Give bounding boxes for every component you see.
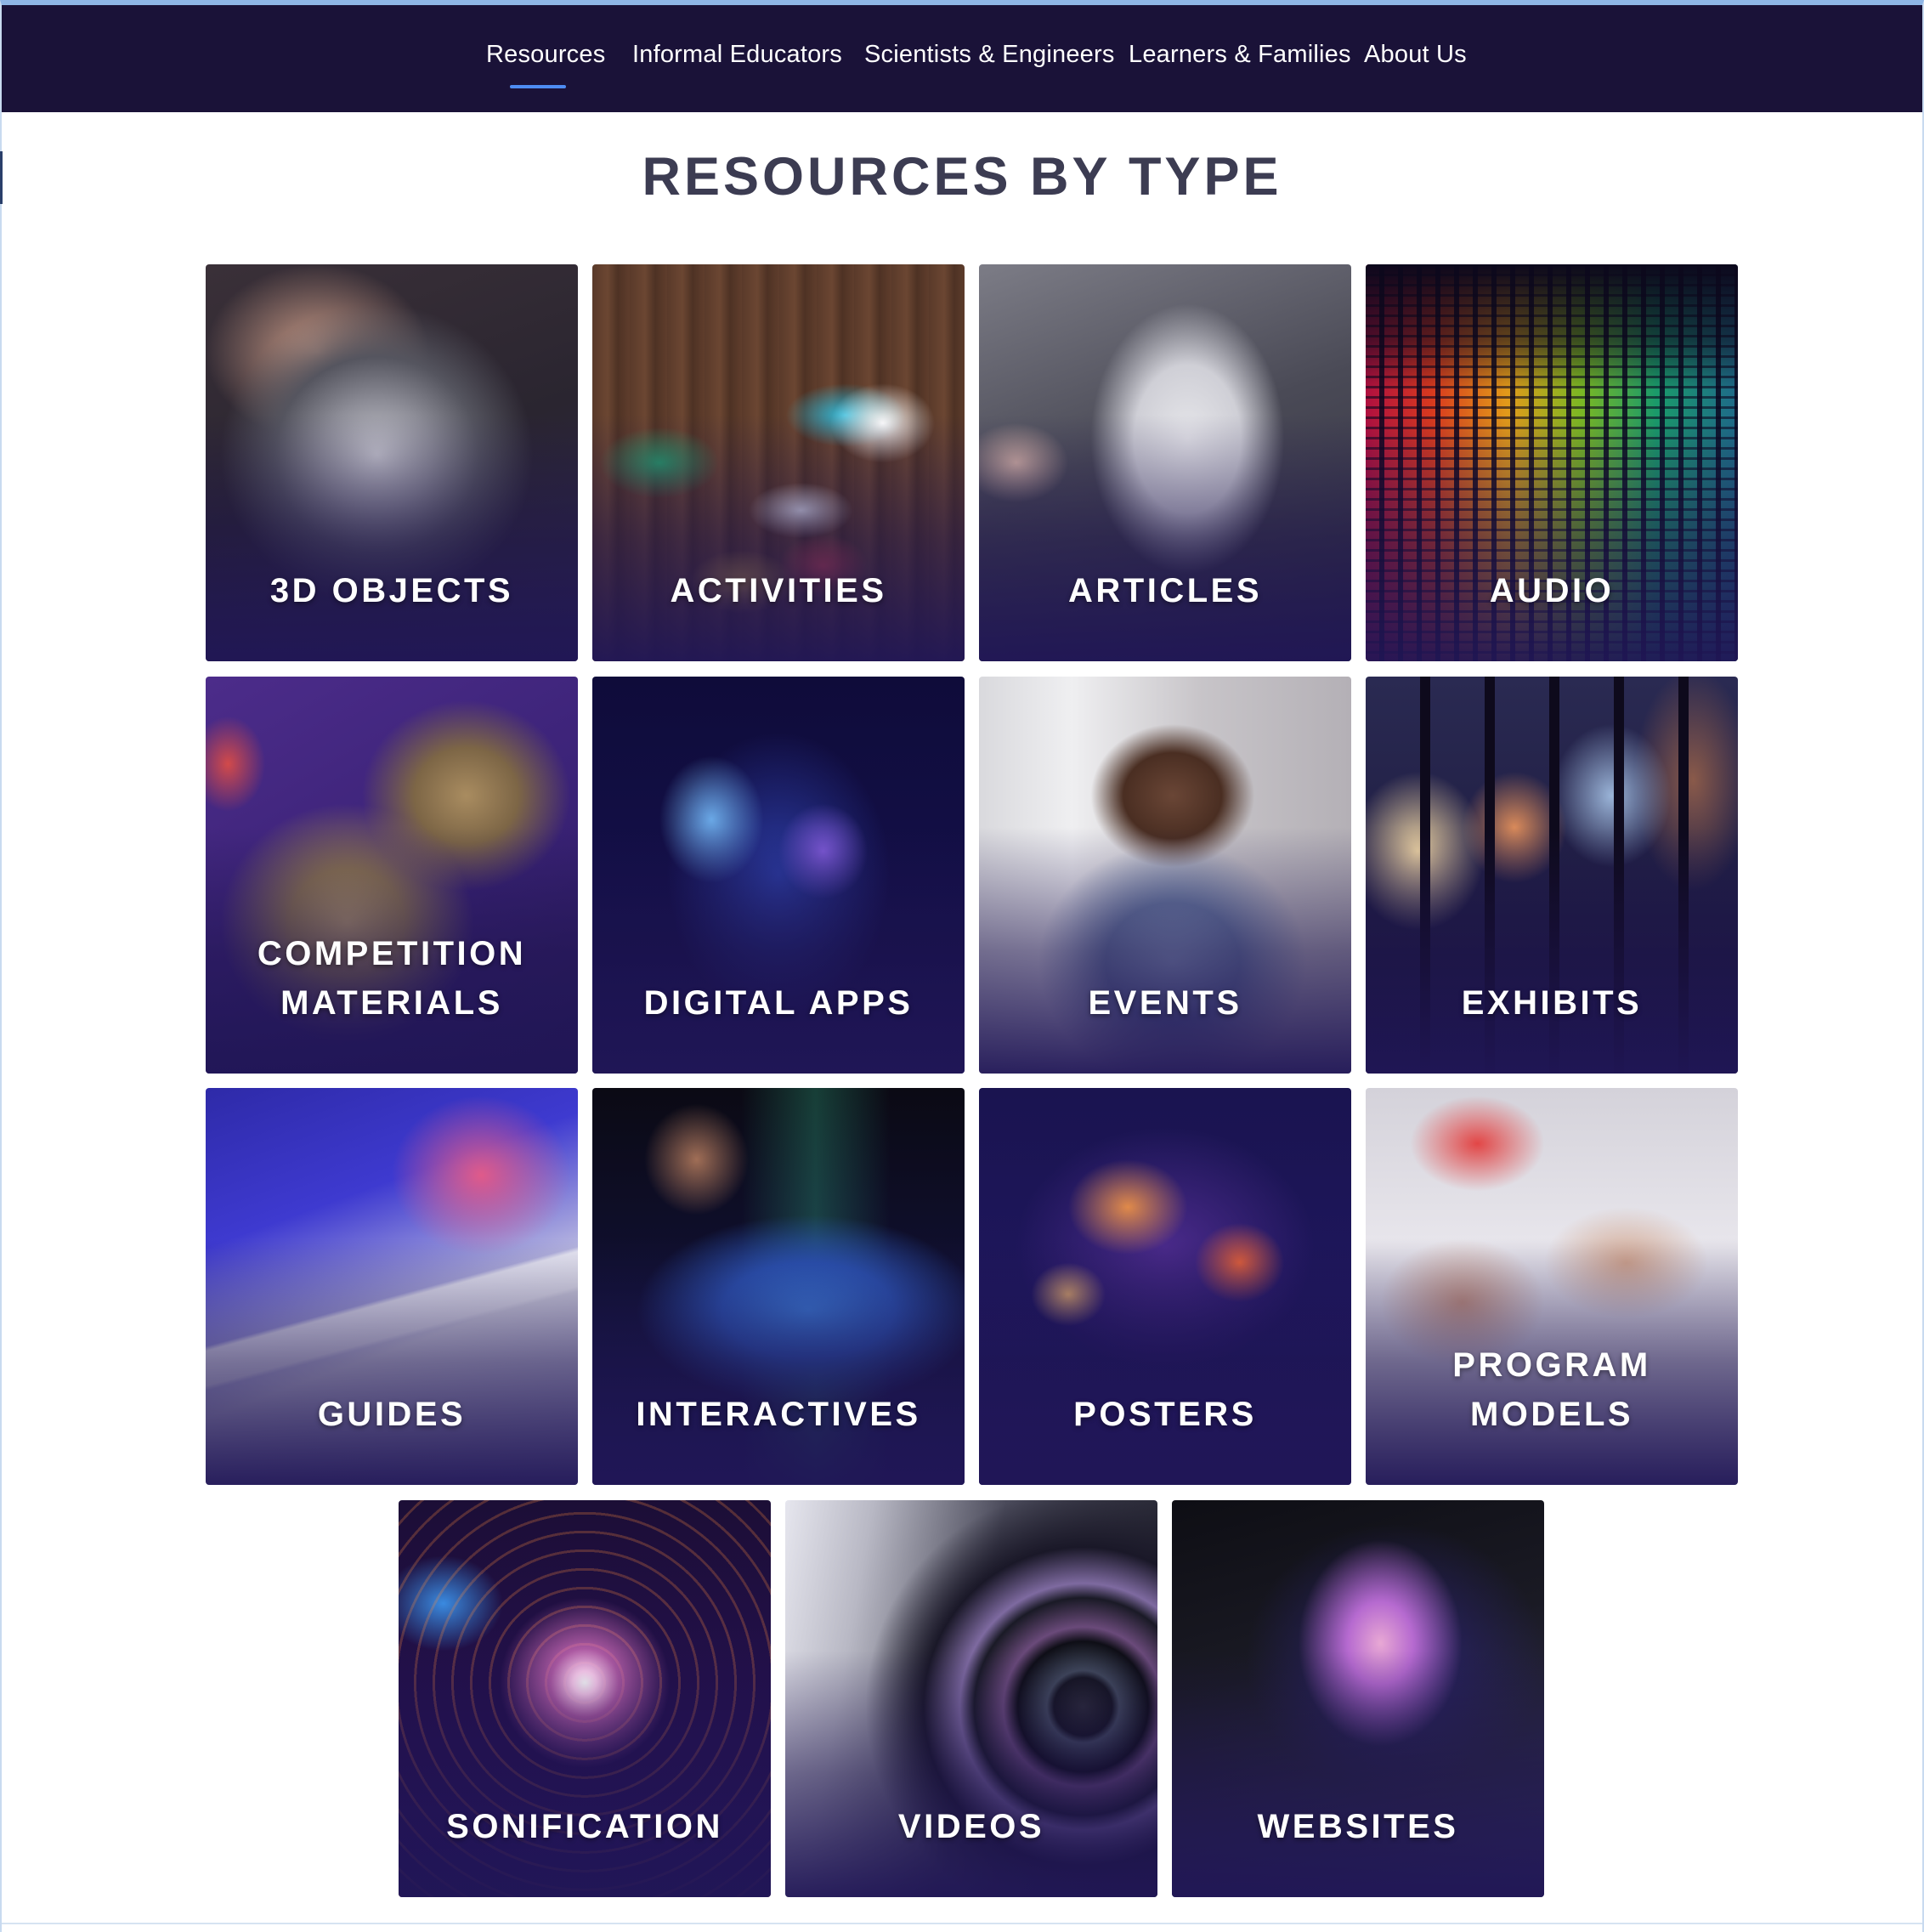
tile-label: SONIFICATION <box>446 1808 723 1845</box>
tile-label: PROGRAM MODELS <box>1452 1346 1651 1433</box>
nav-item-scientists-engineers[interactable]: Scientists & Engineers <box>864 41 1115 69</box>
page-bottom-divider <box>0 1923 1924 1924</box>
tile-label: GUIDES <box>317 1396 467 1433</box>
tile-label: 3D OBJECTS <box>269 572 514 609</box>
tile-3d-objects[interactable]: 3D OBJECTS <box>206 264 578 661</box>
tile-websites[interactable]: WEBSITES <box>1172 1500 1544 1897</box>
tile-interactives[interactable]: INTERACTIVES <box>592 1088 965 1485</box>
tile-digital-apps[interactable]: DIGITAL APPS <box>592 677 965 1074</box>
page-title: RESOURCES BY TYPE <box>642 147 1282 207</box>
tile-label: POSTERS <box>1073 1396 1257 1433</box>
tile-label: DIGITAL APPS <box>643 984 914 1022</box>
nav-item-about-us[interactable]: About Us <box>1364 41 1467 69</box>
nav-item-resources[interactable]: Resources <box>486 41 605 69</box>
top-navigation: Resources Informal Educators Scientists … <box>0 5 1924 112</box>
tile-label: EXHIBITS <box>1461 984 1643 1022</box>
tile-videos[interactable]: VIDEOS <box>785 1500 1157 1897</box>
tile-label: EVENTS <box>1088 984 1242 1022</box>
tile-program-models[interactable]: PROGRAM MODELS <box>1366 1088 1738 1485</box>
active-nav-underline <box>510 85 566 88</box>
tile-exhibits[interactable]: EXHIBITS <box>1366 677 1738 1074</box>
tile-label: WEBSITES <box>1257 1808 1459 1845</box>
tile-posters[interactable]: POSTERS <box>979 1088 1351 1485</box>
nav-item-learners-families[interactable]: Learners & Families <box>1129 41 1351 69</box>
tile-label: INTERACTIVES <box>636 1396 921 1433</box>
tile-activities[interactable]: ACTIVITIES <box>592 264 965 661</box>
scroll-indicator <box>0 151 3 204</box>
tile-competition-materials[interactable]: COMPETITION MATERIALS <box>206 677 578 1074</box>
tile-sonification[interactable]: SONIFICATION <box>399 1500 771 1897</box>
nav-item-informal-educators[interactable]: Informal Educators <box>632 41 842 69</box>
tile-audio[interactable]: AUDIO <box>1366 264 1738 661</box>
tile-label: ARTICLES <box>1068 572 1262 609</box>
tile-articles[interactable]: ARTICLES <box>979 264 1351 661</box>
tile-label: ACTIVITIES <box>670 572 887 609</box>
tile-guides[interactable]: GUIDES <box>206 1088 578 1485</box>
tile-events[interactable]: EVENTS <box>979 677 1351 1074</box>
tile-label: VIDEOS <box>897 1808 1045 1845</box>
tile-label: AUDIO <box>1489 572 1615 609</box>
tile-label: COMPETITION MATERIALS <box>257 935 527 1022</box>
